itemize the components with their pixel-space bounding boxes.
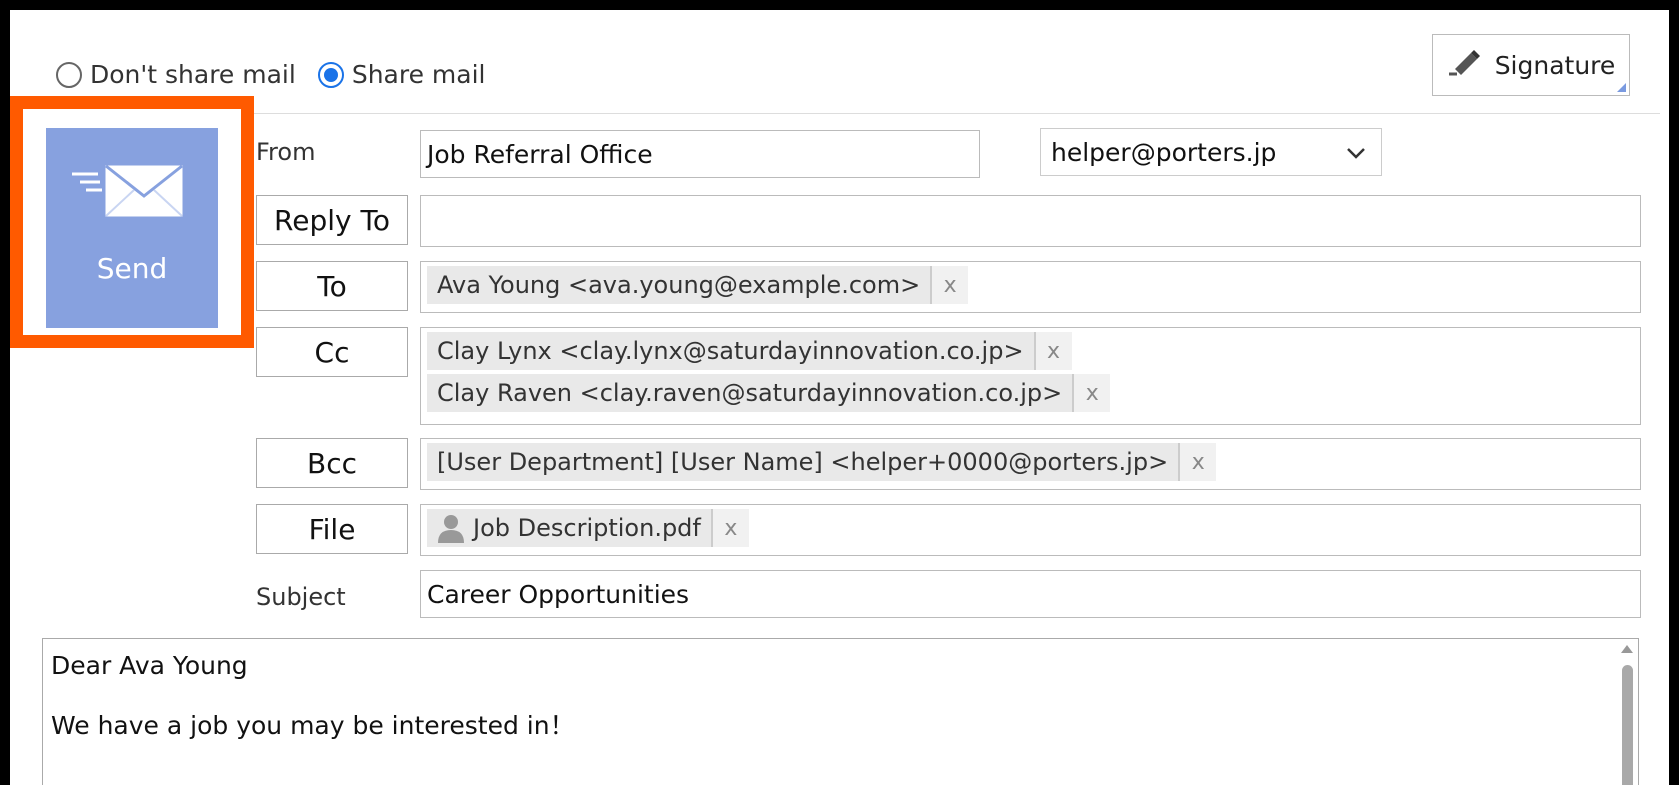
radio-checked-icon[interactable] xyxy=(317,61,344,88)
scroll-up-icon[interactable] xyxy=(1621,645,1633,653)
from-label: From xyxy=(256,138,316,166)
remove-chip-icon[interactable]: x xyxy=(932,266,969,304)
recipient-chip: [User Department] [User Name] <helper+00… xyxy=(427,443,1217,481)
dont-share-mail-option[interactable]: Don't share mail xyxy=(56,60,296,89)
body-line: Dear Ava Young xyxy=(51,651,248,680)
radio-unchecked-icon[interactable] xyxy=(56,61,82,88)
file-button[interactable]: File xyxy=(256,504,408,554)
chevron-down-icon xyxy=(1345,141,1367,170)
divider xyxy=(252,113,1660,114)
compose-window: Don't share mail Share mail Signature Se… xyxy=(10,10,1669,785)
remove-chip-icon[interactable]: x xyxy=(712,509,749,547)
attachment-chip-text: Job Description.pdf xyxy=(427,509,713,547)
signature-label: Signature xyxy=(1494,50,1616,80)
from-name-value: Job Referral Office xyxy=(427,139,653,169)
recipient-chip-text: [User Department] [User Name] <helper+00… xyxy=(427,443,1181,481)
cc-button[interactable]: Cc xyxy=(256,327,408,377)
envelope-icon xyxy=(70,162,190,226)
message-body-editor[interactable]: Dear Ava Young We have a job you may be … xyxy=(42,638,1639,785)
attachment-chip: Job Description.pdf x xyxy=(427,509,749,547)
recipient-chip-text: Clay Lynx <clay.lynx@saturdayinnovation.… xyxy=(427,332,1036,370)
recipient-chip-text: Clay Raven <clay.raven@saturdayinnovatio… xyxy=(427,374,1075,412)
reply-to-field[interactable] xyxy=(420,195,1641,247)
subject-input[interactable]: Career Opportunities xyxy=(420,570,1641,618)
share-mail-radio-group: Don't share mail Share mail xyxy=(56,60,507,89)
bcc-label: Bcc xyxy=(307,446,357,480)
share-mail-option[interactable]: Share mail xyxy=(317,60,486,89)
cc-label: Cc xyxy=(314,335,350,369)
from-name-input[interactable]: Job Referral Office xyxy=(420,130,980,178)
subject-label: Subject xyxy=(256,583,346,611)
file-field[interactable]: Job Description.pdf x xyxy=(420,504,1641,556)
from-address-value: helper@porters.jp xyxy=(1051,137,1277,167)
recipient-chip: Clay Lynx <clay.lynx@saturdayinnovation.… xyxy=(427,332,1072,370)
bcc-button[interactable]: Bcc xyxy=(256,438,408,488)
dont-share-mail-label: Don't share mail xyxy=(90,60,296,89)
reply-to-button[interactable]: Reply To xyxy=(256,195,408,245)
scrollbar-thumb[interactable] xyxy=(1622,665,1633,785)
send-button[interactable]: Send xyxy=(46,128,218,328)
remove-chip-icon[interactable]: x xyxy=(1180,443,1217,481)
send-label: Send xyxy=(96,252,168,285)
remove-chip-icon[interactable]: x xyxy=(1074,374,1111,412)
body-line: We have a job you may be interested in！ xyxy=(51,711,575,740)
to-button[interactable]: To xyxy=(256,261,408,311)
file-label: File xyxy=(308,512,356,546)
attachment-name: Job Description.pdf xyxy=(473,514,701,542)
person-icon xyxy=(437,513,465,543)
body-scrollbar[interactable] xyxy=(1616,639,1638,785)
recipient-chip-text: Ava Young <ava.young@example.com> xyxy=(427,266,933,304)
cc-field[interactable]: Clay Lynx <clay.lynx@saturdayinnovation.… xyxy=(420,327,1641,425)
recipient-chip: Ava Young <ava.young@example.com> x xyxy=(427,266,969,304)
from-address-select[interactable]: helper@porters.jp xyxy=(1040,128,1382,176)
reply-to-label: Reply To xyxy=(274,203,390,237)
to-label: To xyxy=(317,269,347,303)
share-mail-label: Share mail xyxy=(351,60,486,89)
pen-icon xyxy=(1447,47,1483,83)
subject-value: Career Opportunities xyxy=(427,579,690,609)
recipient-chip: Clay Raven <clay.raven@saturdayinnovatio… xyxy=(427,374,1111,412)
signature-button[interactable]: Signature xyxy=(1432,34,1630,96)
corner-indicator-icon xyxy=(1617,83,1626,92)
bcc-field[interactable]: [User Department] [User Name] <helper+00… xyxy=(420,438,1641,490)
remove-chip-icon[interactable]: x xyxy=(1035,332,1072,370)
to-field[interactable]: Ava Young <ava.young@example.com> x xyxy=(420,261,1641,313)
